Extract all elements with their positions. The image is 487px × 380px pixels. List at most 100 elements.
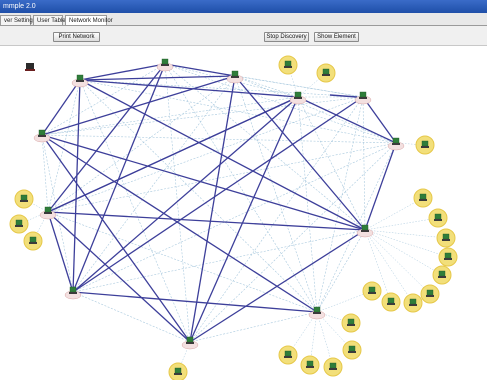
satellite-node (168, 362, 188, 380)
link-light (47, 96, 364, 213)
keyboard-icon (44, 212, 52, 214)
monitor-icon (76, 74, 84, 81)
tab-user-table[interactable]: User Table (33, 15, 66, 25)
satellite-node (278, 345, 298, 365)
link-light (189, 96, 364, 343)
tab-bar: ver Settings User Table Network Monitor (0, 13, 487, 26)
link-strong (41, 134, 366, 231)
monitor-icon (359, 91, 367, 98)
monitor-icon (322, 68, 330, 75)
computer-icon (444, 252, 452, 260)
computer-icon (348, 345, 356, 353)
light-links (18, 63, 449, 373)
link-light (41, 134, 49, 213)
keyboard-icon (284, 66, 292, 68)
monitor-icon (434, 213, 442, 220)
keyboard-icon (421, 146, 429, 148)
button-label: Show Element (317, 34, 356, 40)
computer-icon (284, 350, 292, 358)
satellite-node (403, 293, 423, 313)
keyboard-icon (426, 295, 434, 297)
keyboard-icon (294, 97, 302, 99)
monitor-icon (442, 233, 450, 240)
network-node (354, 91, 372, 105)
monitor-icon (294, 91, 302, 98)
link-strong (41, 79, 81, 136)
monitor-icon (174, 367, 182, 374)
server-icon (26, 63, 34, 69)
keyboard-icon (419, 199, 427, 201)
monitor-icon (348, 345, 356, 352)
keyboard-icon (387, 303, 395, 305)
stop-discovery-button[interactable]: Stop Discovery (264, 32, 309, 42)
keyboard-icon (442, 239, 450, 241)
keyboard-icon (444, 258, 452, 260)
keyboard-icon (361, 230, 369, 232)
keyboard-icon (161, 64, 169, 66)
server-base (25, 69, 35, 71)
computer-icon (174, 367, 182, 375)
link-strong (164, 63, 236, 77)
print-network-button[interactable]: Print Network (53, 32, 100, 42)
satellite-node (323, 357, 343, 377)
monitor-icon (161, 58, 169, 65)
satellite-node (415, 135, 435, 155)
monitor-icon (15, 219, 23, 226)
network-graph[interactable] (0, 47, 487, 380)
link-light (47, 211, 318, 313)
computer-icon (434, 213, 442, 221)
tab-server-settings[interactable]: ver Settings (0, 15, 36, 25)
computer-icon (284, 60, 292, 68)
computer-icon (359, 91, 367, 99)
monitor-icon (361, 224, 369, 231)
computer-icon (442, 233, 450, 241)
link-strong (189, 96, 299, 343)
link-strong (72, 96, 299, 293)
show-element-button[interactable]: Show Element (314, 32, 359, 42)
keyboard-icon (38, 135, 46, 137)
monitor-icon (306, 360, 314, 367)
keyboard-icon (368, 292, 376, 294)
satellite-node (438, 247, 458, 267)
monitor-icon (426, 289, 434, 296)
link-light (234, 75, 318, 313)
computer-icon (306, 360, 314, 368)
computer-icon (20, 194, 28, 202)
keyboard-icon (186, 342, 194, 344)
link-strong (362, 96, 397, 144)
satellite-node (278, 55, 298, 75)
keyboard-icon (313, 312, 321, 314)
computer-icon (161, 58, 169, 66)
computer-icon (438, 270, 446, 278)
link-strong (47, 96, 299, 213)
network-node (156, 58, 174, 72)
satellite-node (432, 265, 452, 285)
monitor-icon (438, 270, 446, 277)
monitor-icon (20, 194, 28, 201)
computer-icon (329, 362, 337, 370)
network-graph-canvas[interactable] (0, 47, 487, 380)
keyboard-icon (434, 219, 442, 221)
computer-icon (392, 137, 400, 145)
keyboard-icon (348, 351, 356, 353)
monitor-icon (186, 336, 194, 343)
monitor-icon (392, 137, 400, 144)
keyboard-icon (347, 324, 355, 326)
satellite-node (362, 281, 382, 301)
strong-links (41, 63, 397, 343)
keyboard-icon (392, 143, 400, 145)
tab-label: Network Monitor (69, 18, 113, 24)
network-node (25, 63, 35, 71)
link-light (72, 142, 397, 293)
tab-network-monitor[interactable]: Network Monitor (65, 15, 113, 25)
computer-icon (294, 91, 302, 99)
computer-icon (322, 68, 330, 76)
satellite-node (436, 228, 456, 248)
keyboard-icon (284, 356, 292, 358)
monitor-icon (29, 236, 37, 243)
link-light (364, 229, 449, 258)
computer-icon (421, 140, 429, 148)
monitor-icon (69, 286, 77, 293)
monitor-icon (419, 193, 427, 200)
monitor-icon (231, 70, 239, 77)
